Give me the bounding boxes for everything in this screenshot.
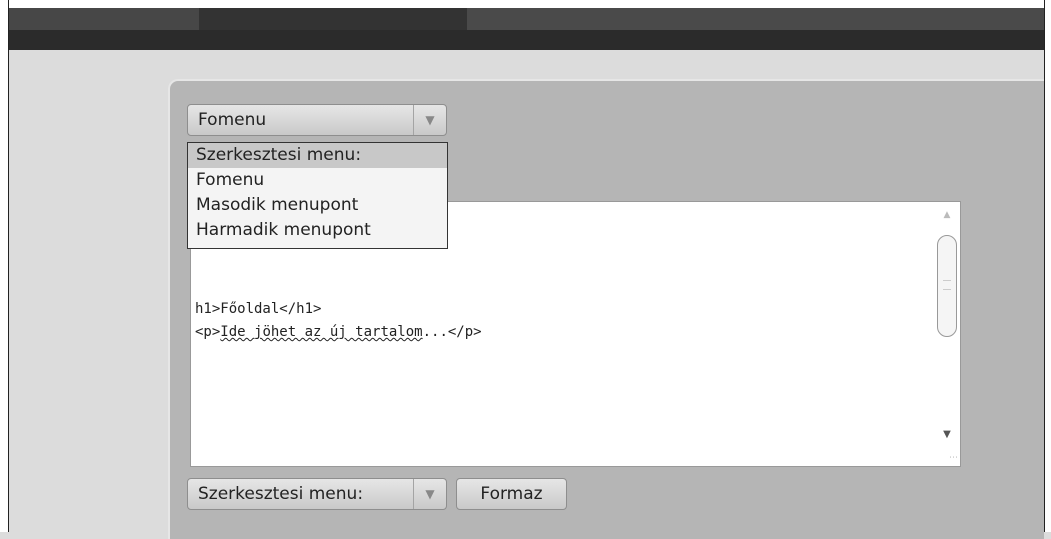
grip-icon bbox=[943, 280, 951, 290]
top-bar-segment bbox=[467, 8, 1044, 30]
scroll-up-icon[interactable]: ▲ bbox=[938, 206, 956, 224]
resize-grip-icon[interactable]: ⋯ bbox=[946, 452, 958, 464]
menu-dropdown-list[interactable]: Szerkesztesi menu: Fomenu Masodik menupo… bbox=[187, 142, 448, 249]
menu-select-value: Fomenu bbox=[198, 110, 267, 130]
chevron-down-icon[interactable]: ▼ bbox=[413, 479, 446, 509]
menu-option[interactable]: Harmadik menupont bbox=[188, 218, 447, 243]
menu-option[interactable]: Fomenu bbox=[188, 168, 447, 193]
editor-content[interactable]: h1>Főoldal</h1> <p>Ide jöhet az új tarta… bbox=[195, 298, 482, 344]
menu-option[interactable]: Szerkesztesi menu: bbox=[188, 143, 447, 168]
menu-option[interactable]: Masodik menupont bbox=[188, 193, 447, 218]
edit-menu-select[interactable]: Szerkesztesi menu: ▼ bbox=[187, 478, 447, 510]
window-frame-left bbox=[0, 0, 9, 532]
scroll-down-icon[interactable]: ▼ bbox=[938, 426, 956, 444]
format-button[interactable]: Formaz bbox=[456, 478, 567, 510]
scrollbar-thumb[interactable] bbox=[937, 235, 957, 337]
window-frame-top bbox=[0, 0, 1051, 8]
top-bar bbox=[9, 8, 1044, 50]
editor-line-1: h1>Főoldal</h1> bbox=[195, 301, 322, 317]
top-bar-segment bbox=[9, 8, 199, 30]
window-frame-right bbox=[1044, 0, 1051, 532]
spellcheck-text: Ide jöhet az új tartalom bbox=[220, 324, 423, 340]
menu-select[interactable]: Fomenu ▼ bbox=[187, 104, 447, 136]
edit-menu-select-value: Szerkesztesi menu: bbox=[198, 484, 364, 504]
chevron-down-icon[interactable]: ▼ bbox=[413, 105, 446, 135]
editor-line-2: <p>Ide jöhet az új tartalom...</p> bbox=[195, 324, 482, 340]
editor-line-2-prefix: <p> bbox=[195, 324, 221, 340]
editor-line-2-suffix: ...</p> bbox=[422, 324, 482, 340]
top-bar-segment bbox=[199, 8, 467, 30]
